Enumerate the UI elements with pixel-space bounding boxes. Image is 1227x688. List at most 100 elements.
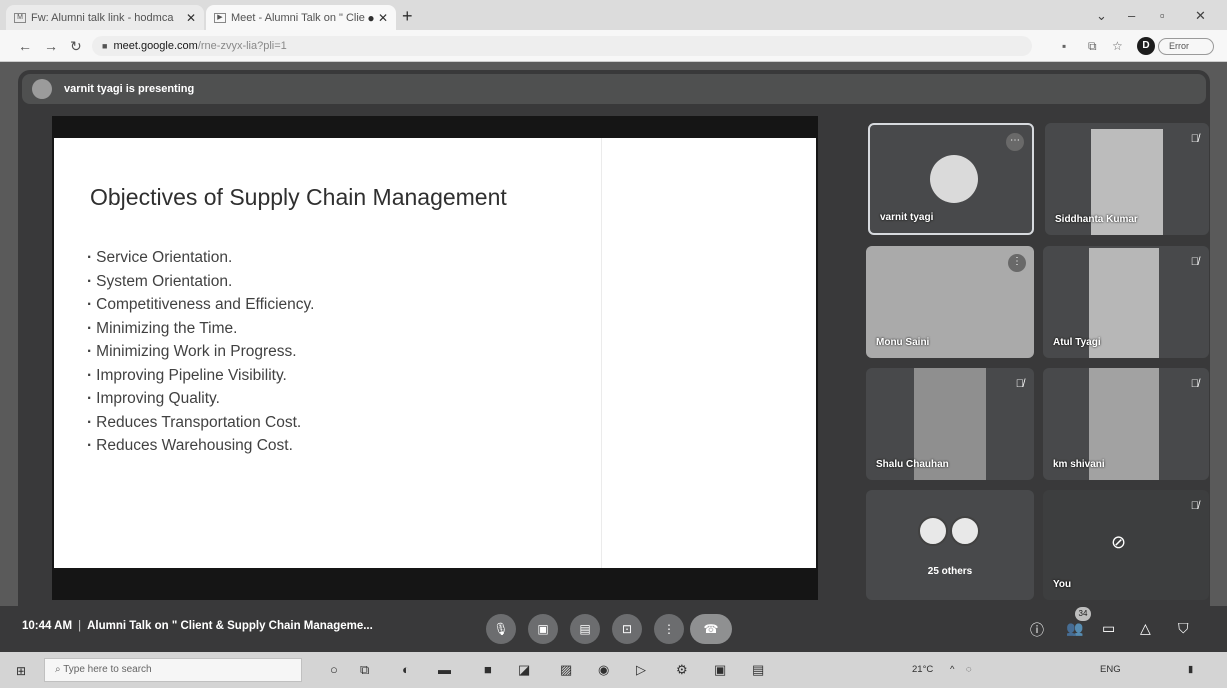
error-button[interactable]: Error xyxy=(1158,38,1214,55)
task-view-icon[interactable]: ⧉ xyxy=(360,662,369,678)
meeting-details-icon[interactable]: ⓘ xyxy=(1030,620,1044,640)
participant-tile-shivani[interactable]: 🎙̸ km shivani xyxy=(1043,368,1209,480)
browser-tab-bar: M Fw: Alumni talk link - hodmca ✕ ▶ Meet… xyxy=(0,0,1227,30)
more-options-button[interactable]: ⋮ xyxy=(654,614,684,644)
slide-title: Objectives of Supply Chain Management xyxy=(90,184,507,210)
tray-chevron-icon[interactable]: ^ xyxy=(950,664,954,675)
meet-icon: ▶ xyxy=(214,12,226,23)
end-call-button[interactable]: ☎ xyxy=(690,614,732,644)
participant-name: Atul Tyagi xyxy=(1053,337,1101,348)
more-options-icon[interactable]: ⋮ xyxy=(1008,254,1026,272)
activities-icon[interactable]: △ xyxy=(1140,620,1151,637)
taskbar-search[interactable]: ⌕ Type here to search xyxy=(44,658,302,682)
meeting-title: Alumni Talk on " Client & Supply Chain M… xyxy=(87,620,373,632)
close-tab-icon[interactable]: ● ✕ xyxy=(367,11,388,25)
share-icon[interactable]: ⧉ xyxy=(1088,39,1097,54)
new-tab-icon[interactable]: + xyxy=(402,6,413,27)
os-taskbar: ⊞ ⌕ Type here to search ○ ⧉ ◐ ▬ ■ ◪ ▨ ◉ … xyxy=(0,652,1227,688)
present-button[interactable]: ⊡ xyxy=(612,614,642,644)
slide-bullet: Improving Quality. xyxy=(87,387,314,411)
participant-count-badge: 34 xyxy=(1075,607,1091,621)
slide-bullets: Service Orientation. System Orientation.… xyxy=(87,246,314,458)
presentation-view: Objectives of Supply Chain Management Se… xyxy=(52,116,818,600)
minimize-icon[interactable]: – xyxy=(1128,8,1135,23)
presenting-banner: varnit tyagi is presenting xyxy=(22,74,1206,104)
forward-icon[interactable]: → xyxy=(44,38,58,54)
network-icon[interactable]: ◌ xyxy=(966,664,972,675)
tab-meet[interactable]: ▶ Meet - Alumni Talk on " Clie ● ✕ xyxy=(206,5,396,30)
language-indicator[interactable]: ENG xyxy=(1100,664,1121,675)
slide-bullet: System Orientation. xyxy=(87,270,314,294)
participant-name: Monu Saini xyxy=(876,337,930,348)
more-options-icon[interactable]: ⋯ xyxy=(1006,133,1024,151)
store-icon[interactable]: ◪ xyxy=(518,662,530,678)
mic-muted-icon: 🎙̸ xyxy=(1190,256,1199,268)
camera-off-icon: ⊘ xyxy=(1111,532,1127,552)
meeting-info: 10:44 AM | Alumni Talk on " Client & Suppl… xyxy=(22,620,373,632)
camera-indicator-icon[interactable]: ▪ xyxy=(1062,39,1066,53)
slide: Objectives of Supply Chain Management Se… xyxy=(54,138,816,568)
address-bar: ← → ↻ ■ meet.google.com/rne-zvyx-lia?pli=… xyxy=(0,30,1227,62)
slide-bullet: Service Orientation. xyxy=(87,246,314,270)
windows-start-icon[interactable]: ⊞ xyxy=(16,664,26,678)
edge-icon[interactable]: ◐ xyxy=(402,662,410,677)
maximize-icon[interactable]: ▫ xyxy=(1160,8,1165,23)
app-icon[interactable]: ▷ xyxy=(636,662,646,678)
participant-tile-atul[interactable]: 🎙̸ Atul Tyagi xyxy=(1043,246,1209,358)
app-icon[interactable]: ▤ xyxy=(752,662,764,678)
chat-icon[interactable]: ▭ xyxy=(1102,620,1115,637)
others-avatar xyxy=(918,516,948,546)
cortana-icon[interactable]: ○ xyxy=(330,662,338,677)
slide-bullet: Reduces Transportation Cost. xyxy=(87,411,314,435)
mic-muted-icon: 🎙̸ xyxy=(1190,378,1199,390)
mic-muted-icon: 🎙̸ xyxy=(1190,500,1199,512)
presenter-avatar xyxy=(32,79,52,99)
slide-divider xyxy=(601,138,602,568)
participant-name: varnit tyagi xyxy=(880,212,934,223)
close-tab-icon[interactable]: ✕ xyxy=(186,11,196,25)
participant-tile-varnit[interactable]: ⋯ varnit tyagi xyxy=(868,123,1034,235)
camera-app-icon[interactable]: ▣ xyxy=(714,662,726,678)
search-placeholder: Type here to search xyxy=(63,664,152,675)
participant-tile-siddhanta[interactable]: 🎙̸ Siddhanta Kumar xyxy=(1045,123,1209,235)
people-icon[interactable]: 👥 xyxy=(1066,620,1083,637)
slide-bullet: Competitiveness and Efficiency. xyxy=(87,293,314,317)
others-tile[interactable]: 25 others xyxy=(866,490,1034,600)
app-icon[interactable]: ▨ xyxy=(560,662,572,678)
weather-temp[interactable]: 21°C xyxy=(912,664,933,675)
mail-icon: M xyxy=(14,12,26,23)
meeting-time: 10:44 AM xyxy=(22,620,73,632)
captions-button[interactable]: ▤ xyxy=(570,614,600,644)
tab-email[interactable]: M Fw: Alumni talk link - hodmca ✕ xyxy=(6,5,204,30)
app-icon[interactable]: ■ xyxy=(484,662,492,677)
participant-avatar xyxy=(930,155,978,203)
meet-control-bar: 10:44 AM | Alumni Talk on " Client & Suppl… xyxy=(0,606,1227,652)
mic-toggle-button[interactable]: 🎙 xyxy=(486,614,516,644)
tab-label: Fw: Alumni talk link - hodmca xyxy=(31,11,174,24)
others-avatar xyxy=(950,516,980,546)
url-host: meet.google.com xyxy=(113,40,198,52)
slide-bullet: Reduces Warehousing Cost. xyxy=(87,434,314,458)
url-field[interactable]: ■ meet.google.com/rne-zvyx-lia?pli=1 xyxy=(92,36,1032,56)
slide-bullet: Minimizing the Time. xyxy=(87,317,314,341)
participant-name: Shalu Chauhan xyxy=(876,459,949,470)
tab-search-icon[interactable]: ⌄ xyxy=(1096,8,1107,24)
bookmark-star-icon[interactable]: ☆ xyxy=(1112,39,1123,53)
camera-toggle-button[interactable]: ▣ xyxy=(528,614,558,644)
reload-icon[interactable]: ↻ xyxy=(70,38,82,55)
chrome-icon[interactable]: ◉ xyxy=(598,662,609,678)
slide-bullet: Minimizing Work in Progress. xyxy=(87,340,314,364)
profile-avatar[interactable]: D xyxy=(1137,37,1155,55)
back-icon[interactable]: ← xyxy=(18,38,32,54)
close-window-icon[interactable]: ✕ xyxy=(1195,8,1206,24)
file-explorer-icon[interactable]: ▬ xyxy=(438,662,451,677)
meet-stage: varnit tyagi is presenting Objectives of… xyxy=(18,70,1210,606)
mic-muted-icon: 🎙̸ xyxy=(1190,133,1199,145)
notifications-icon[interactable]: ▮ xyxy=(1188,664,1193,675)
self-tile[interactable]: 🎙̸ ⊘ You xyxy=(1043,490,1209,600)
host-controls-icon[interactable]: ⛉ xyxy=(1178,620,1189,637)
presenting-text: varnit tyagi is presenting xyxy=(64,83,195,95)
participant-tile-monu[interactable]: ⋮ Monu Saini xyxy=(866,246,1034,358)
settings-icon[interactable]: ⚙ xyxy=(676,662,688,678)
participant-tile-shalu[interactable]: 🎙̸ Shalu Chauhan xyxy=(866,368,1034,480)
